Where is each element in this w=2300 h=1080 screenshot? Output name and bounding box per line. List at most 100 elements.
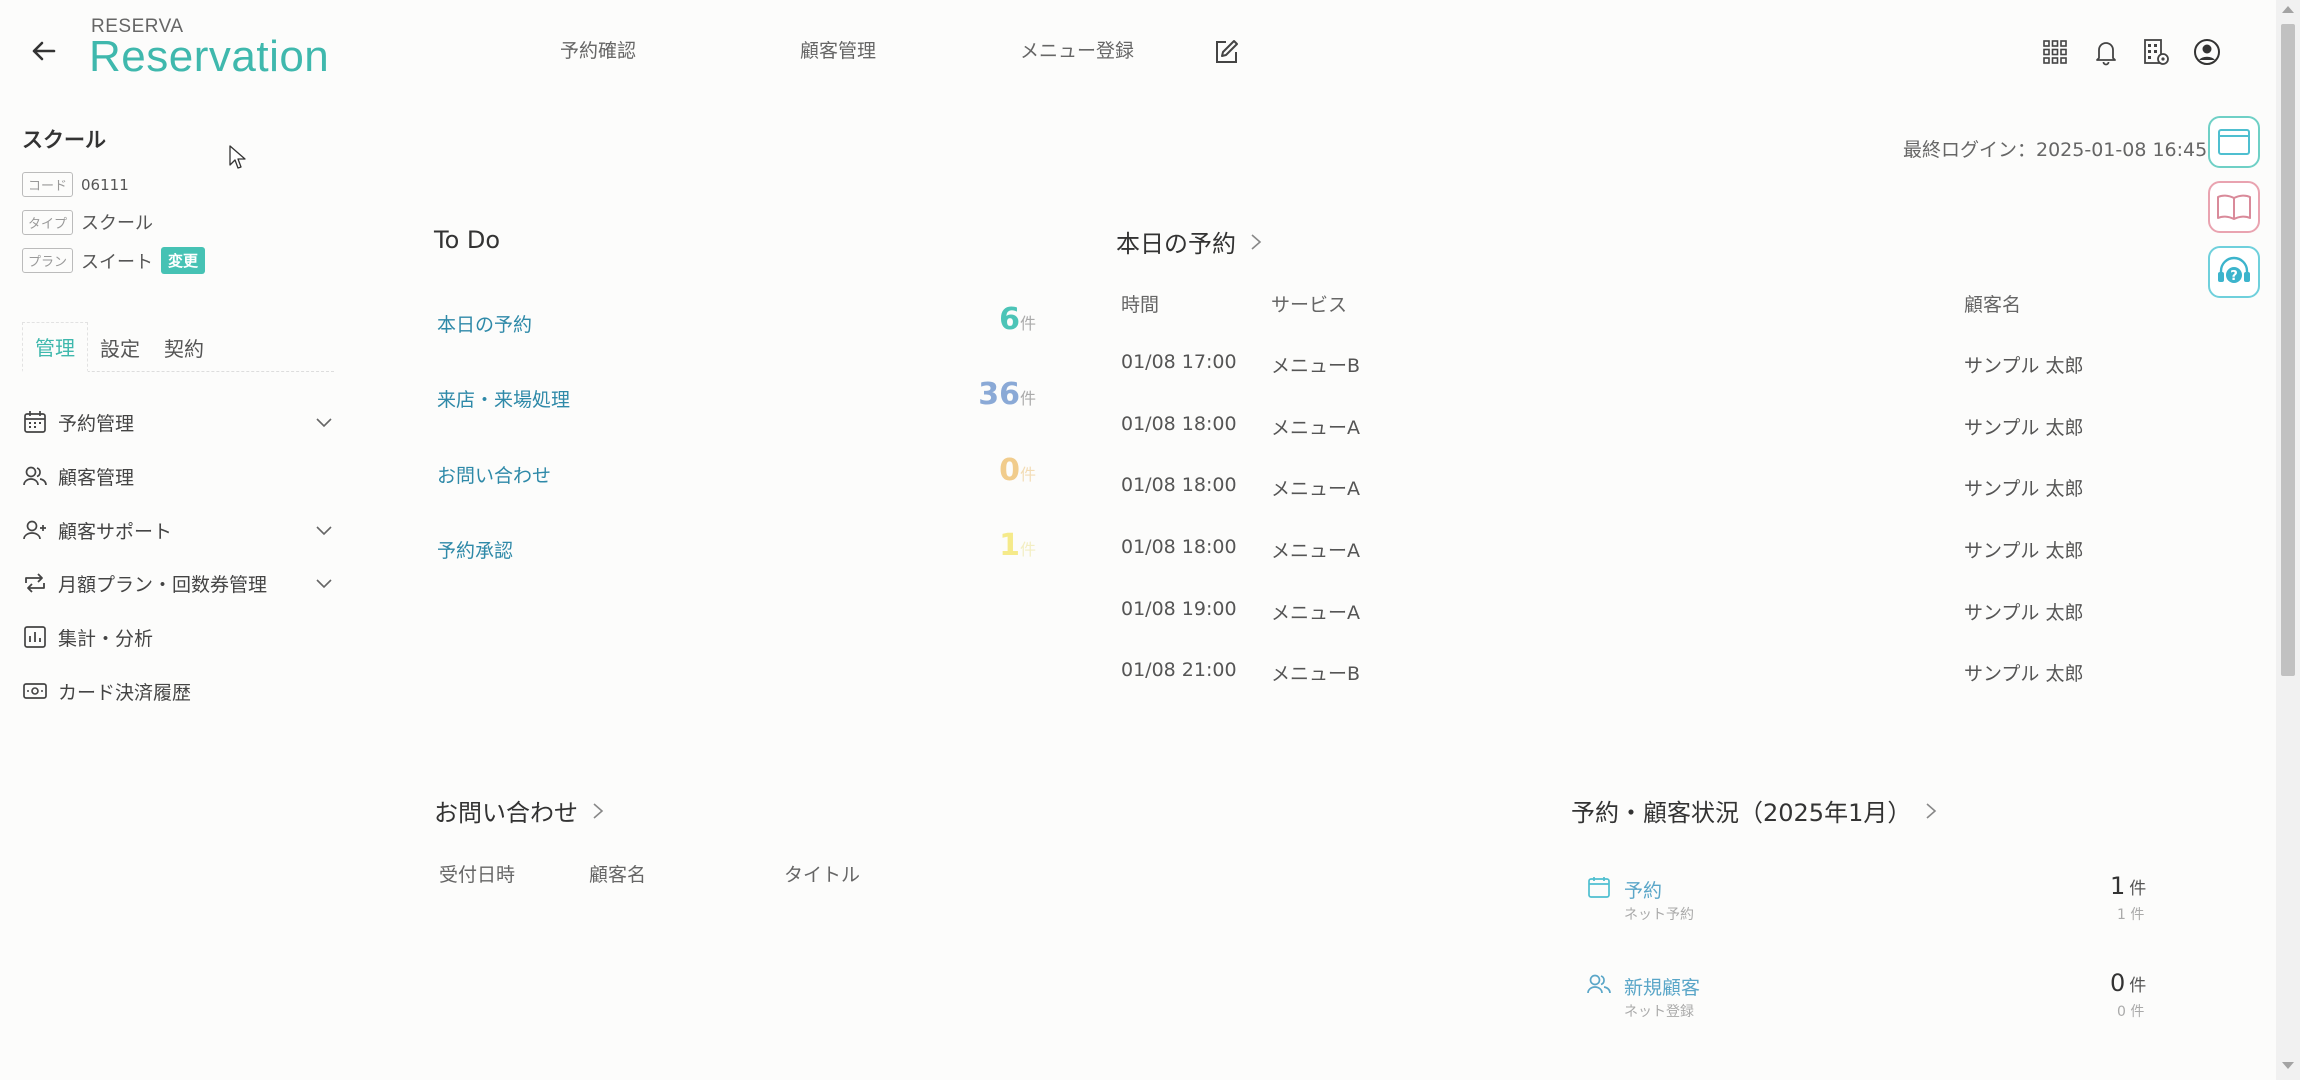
apps-grid-icon[interactable] <box>2040 37 2070 67</box>
sidebar-item-label: 月額プラン・回数券管理 <box>58 573 268 596</box>
tab-management[interactable]: 管理 <box>22 322 88 372</box>
row-customer[interactable]: サンプル 太郎 <box>1964 413 2083 440</box>
chart-icon <box>24 626 46 648</box>
support-float-button[interactable]: ? <box>2208 246 2260 298</box>
todo-count-value: 1 <box>999 528 1020 563</box>
sidebar-item-label: 顧客管理 <box>58 466 135 489</box>
scrollbar-thumb[interactable] <box>2281 24 2295 676</box>
stat-new-customer-sub: ネット登録 <box>1624 1004 1694 1020</box>
stat-new-customer-count: 0 件 <box>2110 969 2146 997</box>
bell-icon[interactable] <box>2091 37 2121 67</box>
headset-help-icon: ? <box>2218 256 2250 284</box>
window-float-button[interactable] <box>2208 116 2260 168</box>
row-time: 01/08 17:00 <box>1121 351 1237 373</box>
todo-count-approval[interactable]: 1 件 <box>940 528 1036 563</box>
status-title[interactable]: 予約・顧客状況（2025年1月） <box>1571 793 1939 828</box>
row-service: メニューA <box>1271 417 1360 439</box>
stat-num: 0 <box>2110 969 2126 997</box>
school-name: スクール <box>22 128 106 152</box>
row-customer[interactable]: サンプル 太郎 <box>1964 536 2083 563</box>
stat-num: 1 <box>2110 872 2126 900</box>
nav-customer-management[interactable]: 顧客管理 <box>800 36 876 63</box>
svg-text:?: ? <box>2230 269 2238 284</box>
stat-unit: 件 <box>2129 976 2147 996</box>
stat-reservation-sub: ネット予約 <box>1624 907 1694 923</box>
book-icon <box>2217 194 2251 220</box>
inquiry-title[interactable]: お問い合わせ <box>434 793 606 828</box>
brand-logo[interactable]: Reservation <box>89 32 329 82</box>
scroll-up-icon[interactable] <box>2282 6 2294 13</box>
plan-change-button[interactable]: 変更 <box>161 247 206 274</box>
row-service: メニューA <box>1271 602 1360 624</box>
code-value: 06111 <box>81 175 129 194</box>
todo-count-value: 36 <box>978 377 1020 412</box>
row-customer[interactable]: サンプル 太郎 <box>1964 598 2083 625</box>
todo-unit: 件 <box>1020 540 1037 559</box>
today-reservations-title[interactable]: 本日の予約 <box>1116 224 1264 259</box>
browser-window-icon <box>2218 129 2250 155</box>
todo-count-value: 0 <box>999 453 1020 488</box>
todo-count-checkin[interactable]: 36 件 <box>940 377 1036 412</box>
building-settings-icon[interactable] <box>2141 37 2171 67</box>
chevron-down-icon[interactable] <box>314 520 334 540</box>
todo-item-approval[interactable]: 予約承認 <box>437 536 513 563</box>
col-received-date: 受付日時 <box>439 864 516 886</box>
sidebar-item-label: 顧客サポート <box>58 520 173 543</box>
todo-item-today[interactable]: 本日の予約 <box>437 310 532 337</box>
stat-reservation-subcount: 1 件 <box>2117 907 2145 923</box>
repeat-icon <box>25 573 45 593</box>
todo-item-inquiry[interactable]: お問い合わせ <box>437 461 551 488</box>
todo-unit: 件 <box>1020 314 1037 333</box>
scroll-down-icon[interactable] <box>2282 1062 2294 1069</box>
sidebar-item-plans[interactable]: 月額プラン・回数券管理 <box>22 566 334 600</box>
sidebar-item-card-history[interactable]: カード決済履歴 <box>22 674 334 708</box>
status-title-text: 予約・顧客状況（2025年1月） <box>1571 799 1912 827</box>
stat-reservation-label[interactable]: 予約 <box>1624 876 1662 903</box>
inquiry-title-text: お問い合わせ <box>434 799 578 827</box>
nav-reservation-check[interactable]: 予約確認 <box>560 36 636 63</box>
sidebar-item-label: 集計・分析 <box>58 627 154 650</box>
todo-count-inquiry[interactable]: 0 件 <box>940 453 1036 488</box>
back-arrow-icon[interactable] <box>28 36 58 66</box>
sidebar-item-reservation[interactable]: 予約管理 <box>22 405 334 439</box>
row-customer[interactable]: サンプル 太郎 <box>1964 659 2083 686</box>
mouse-cursor-icon <box>229 145 246 169</box>
users-icon <box>23 466 47 486</box>
chevron-down-icon[interactable] <box>314 412 334 432</box>
account-icon[interactable] <box>2192 37 2222 67</box>
chevron-right-icon <box>1926 802 1937 819</box>
chevron-right-icon <box>1251 233 1262 250</box>
type-value: スクール <box>81 213 154 234</box>
users-icon <box>1587 974 1611 994</box>
chevron-down-icon[interactable] <box>314 573 334 593</box>
sidebar-item-customers[interactable]: 顧客管理 <box>22 459 334 493</box>
tab-contract[interactable]: 契約 <box>152 322 216 372</box>
card-icon <box>23 683 47 699</box>
manual-float-button[interactable] <box>2208 181 2260 233</box>
sidebar-item-analytics[interactable]: 集計・分析 <box>22 620 334 654</box>
sidebar-item-support[interactable]: 顧客サポート <box>22 513 334 547</box>
edit-icon[interactable] <box>1212 38 1240 66</box>
row-customer[interactable]: サンプル 太郎 <box>1964 351 2083 378</box>
todo-count-today[interactable]: 6 件 <box>940 302 1036 337</box>
nav-menu-register[interactable]: メニュー登録 <box>1020 36 1134 63</box>
todo-count-value: 6 <box>999 302 1020 337</box>
code-tag: コード <box>22 172 74 197</box>
calendar-icon <box>1588 877 1610 898</box>
todo-unit: 件 <box>1020 389 1037 408</box>
col-time: 時間 <box>1121 294 1160 316</box>
todo-title: To Do <box>434 226 500 254</box>
user-plus-icon <box>23 520 46 540</box>
sidebar-item-label: 予約管理 <box>58 412 135 435</box>
row-customer[interactable]: サンプル 太郎 <box>1964 474 2083 501</box>
stat-new-customer-label[interactable]: 新規顧客 <box>1624 973 1700 1000</box>
todo-item-checkin[interactable]: 来店・来場処理 <box>437 385 570 412</box>
row-time: 01/08 18:00 <box>1121 474 1237 496</box>
plan-tag: プラン <box>22 248 74 273</box>
row-service: メニューA <box>1271 540 1360 562</box>
row-time: 01/08 18:00 <box>1121 536 1237 558</box>
stat-reservation-count: 1 件 <box>2110 872 2146 900</box>
sidebar-tabs: 管理 設定 契約 <box>22 322 334 372</box>
tab-settings[interactable]: 設定 <box>88 322 152 372</box>
row-service: メニューB <box>1271 663 1361 685</box>
